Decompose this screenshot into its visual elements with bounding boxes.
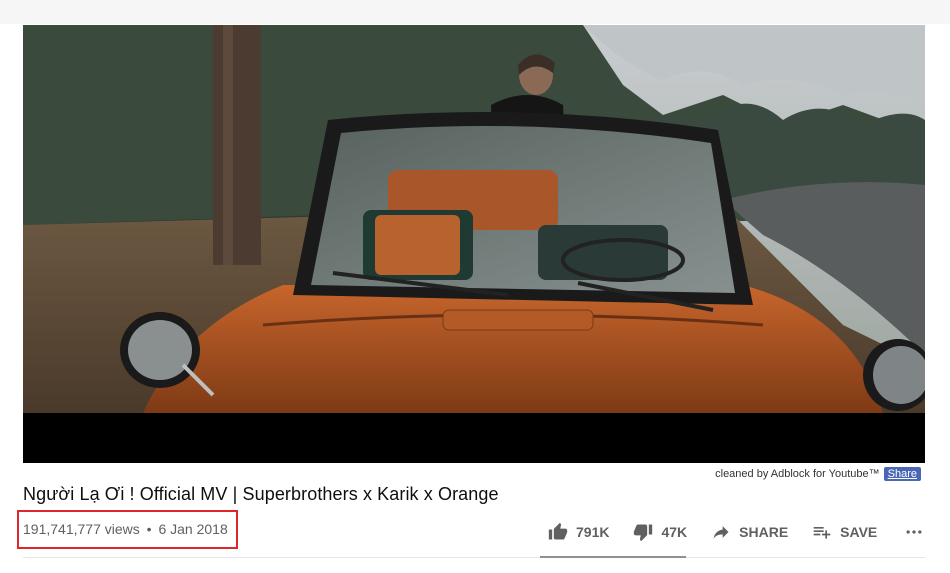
video-title: Người Lạ Ơi ! Official MV | Superbrother… bbox=[23, 484, 499, 504]
adblock-caption: cleaned by Adblock for Youtube™ Share bbox=[715, 466, 921, 482]
top-bar bbox=[0, 0, 950, 24]
adblock-text: cleaned by Adblock for Youtube™ bbox=[715, 468, 880, 480]
video-frame bbox=[23, 25, 925, 413]
dislike-count: 47K bbox=[661, 524, 688, 540]
highlight-box bbox=[17, 510, 238, 549]
more-horizontal-icon bbox=[906, 530, 922, 534]
playlist-add-icon bbox=[813, 527, 831, 539]
like-button[interactable]: 791K bbox=[548, 522, 609, 542]
sentiment-bar-fill bbox=[540, 556, 678, 558]
dislike-button[interactable]: 47K bbox=[633, 522, 687, 542]
thumbs-up-icon bbox=[548, 522, 568, 540]
action-bar: 791K 47K SHARE SAVE bbox=[540, 518, 925, 546]
thumbs-down-icon bbox=[634, 524, 653, 542]
save-button[interactable]: SAVE bbox=[812, 522, 877, 542]
video-letterbox bbox=[23, 413, 925, 463]
like-count: 791K bbox=[576, 524, 610, 540]
share-arrow-icon bbox=[713, 526, 729, 539]
more-button[interactable] bbox=[903, 522, 925, 542]
share-button[interactable]: SHARE bbox=[711, 522, 788, 542]
sentiment-bar bbox=[540, 556, 686, 558]
video-player[interactable] bbox=[23, 25, 925, 463]
share-label: SHARE bbox=[739, 524, 789, 540]
divider bbox=[23, 557, 925, 558]
save-label: SAVE bbox=[840, 524, 878, 540]
adblock-share-link[interactable]: Share bbox=[883, 467, 921, 481]
